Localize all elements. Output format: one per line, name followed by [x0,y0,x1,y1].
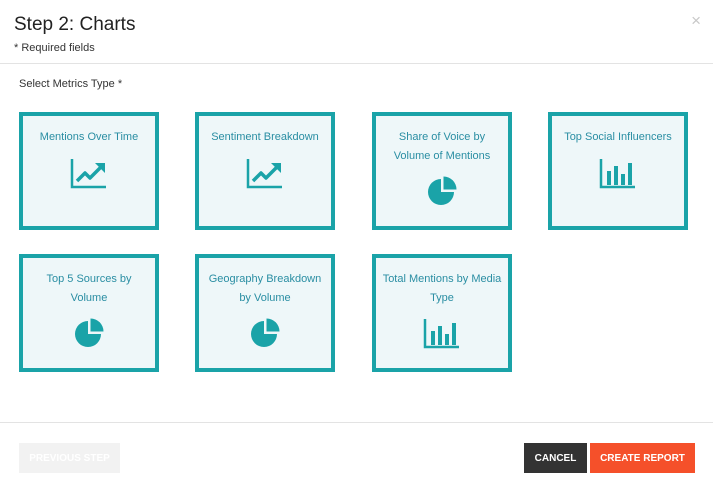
line-trend-icon [246,159,282,189]
metric-card-label: Top 5 Sources by Volume [46,273,132,304]
metric-card-total-mentions-by-media-type[interactable]: Total Mentions by Media Type [372,254,512,372]
metric-card-label: Top Social Influencers [564,131,672,143]
metric-card-sentiment-breakdown[interactable]: Sentiment Breakdown [195,112,335,230]
required-fields-note: * Required fields [14,42,95,54]
bar-chart-icon [423,319,459,349]
pie-chart-icon [428,176,457,205]
metric-card-label: Geography Breakdown by Volume [208,273,322,304]
metric-card-label: Sentiment Breakdown [211,131,319,143]
metric-card-top-social-influencers[interactable]: Top Social Influencers [548,112,688,230]
pie-chart-icon [251,318,280,347]
metrics-type-label: Select Metrics Type * [19,78,123,90]
dialog-title: Step 2: Charts [14,14,136,35]
line-trend-icon [70,159,106,189]
previous-step-button[interactable]: PREVIOUS STEP [19,443,120,473]
metric-card-geography-breakdown[interactable]: Geography Breakdown by Volume [195,254,335,372]
metric-card-label: Total Mentions by Media Type [382,273,502,304]
metric-card-label: Share of Voice by Volume of Mentions [393,131,491,162]
bar-chart-icon [599,159,635,189]
cancel-button[interactable]: CANCEL [524,443,587,473]
create-report-button[interactable]: CREATE REPORT [590,443,695,473]
metric-card-mentions-over-time[interactable]: Mentions Over Time [19,112,159,230]
metric-card-share-of-voice[interactable]: Share of Voice by Volume of Mentions [372,112,512,230]
pie-chart-icon [75,318,104,347]
metric-card-label: Mentions Over Time [39,131,139,143]
dialog-header: Step 2: Charts * Required fields × [0,0,713,64]
close-icon[interactable]: × [691,12,701,29]
footer-divider [0,422,713,423]
metric-card-top-5-sources[interactable]: Top 5 Sources by Volume [19,254,159,372]
